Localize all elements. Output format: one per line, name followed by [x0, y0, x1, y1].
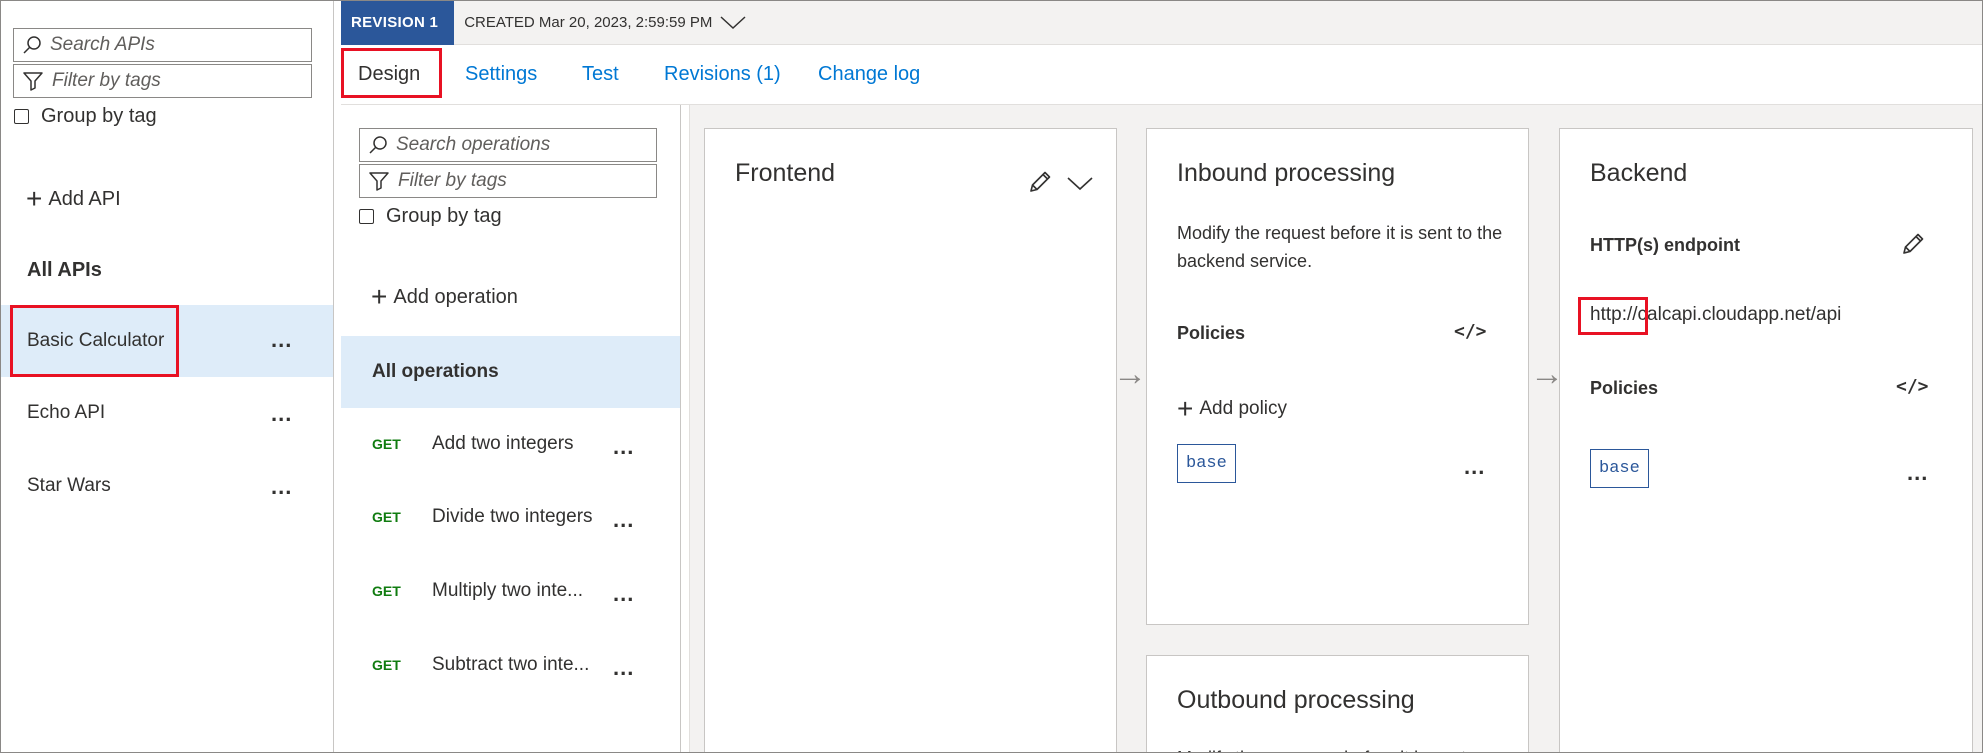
- inbound-policy-tag[interactable]: base: [1177, 444, 1236, 483]
- ops-group-by-tag-label: Group by tag: [386, 205, 502, 227]
- api-sidebar: Group by tag + Add API All APIs Basic Ca…: [1, 1, 334, 752]
- chevron-down-icon[interactable]: [720, 15, 746, 30]
- ops-group-by-tag-checkbox[interactable]: [359, 209, 374, 224]
- inbound-title: Inbound processing: [1177, 159, 1396, 187]
- operation-name: Multiply two inte...: [432, 580, 583, 601]
- code-editor-icon[interactable]: </>: [1454, 321, 1487, 342]
- plus-icon: +: [1177, 393, 1194, 424]
- inbound-processing-card: Inbound processing Modify the request be…: [1146, 128, 1529, 625]
- backend-card: Backend HTTP(s) endpoint http://calcapi.…: [1559, 128, 1973, 752]
- api-item-echo-api[interactable]: Echo API ...: [1, 377, 333, 449]
- operation-name: Divide two integers: [432, 506, 593, 527]
- add-api-button[interactable]: + Add API: [26, 185, 121, 213]
- search-apis-box[interactable]: [13, 28, 312, 62]
- add-operation-button[interactable]: + Add operation: [371, 283, 518, 311]
- backend-policy-tag[interactable]: base: [1590, 449, 1649, 488]
- inbound-policies-label: Policies: [1177, 323, 1246, 343]
- http-method-badge: GET: [372, 436, 401, 452]
- app-frame: Group by tag + Add API All APIs Basic Ca…: [0, 0, 1983, 753]
- add-policy-button[interactable]: + Add policy: [1177, 395, 1287, 423]
- edit-icon[interactable]: [1027, 169, 1053, 195]
- inbound-description: Modify the request before it is sent to …: [1177, 223, 1503, 271]
- tab-design[interactable]: Design: [358, 63, 420, 86]
- group-by-tag-label: Group by tag: [41, 105, 157, 127]
- tab-change-log[interactable]: Change log: [818, 63, 920, 86]
- http-method-badge: GET: [372, 583, 401, 599]
- ops-group-by-tag-toggle[interactable]: Group by tag: [359, 205, 502, 228]
- outbound-description: Modify the response before it is sent: [1177, 744, 1507, 752]
- add-policy-label: Add policy: [1199, 398, 1288, 419]
- http-endpoint-url: http://calcapi.cloudapp.net/api: [1590, 304, 1842, 325]
- search-apis-input[interactable]: [42, 34, 311, 56]
- tab-settings[interactable]: Settings: [465, 63, 537, 86]
- api-item-label: Star Wars: [27, 475, 111, 496]
- frontend-title: Frontend: [735, 159, 836, 187]
- add-api-label: Add API: [48, 187, 121, 210]
- outbound-title: Outbound processing: [1177, 686, 1415, 714]
- add-operation-label: Add operation: [393, 285, 518, 308]
- group-by-tag-checkbox[interactable]: [14, 109, 29, 124]
- more-options-icon[interactable]: ...: [271, 476, 292, 498]
- operation-name: Add two integers: [432, 433, 574, 454]
- plus-icon: +: [26, 183, 43, 214]
- group-by-tag-toggle[interactable]: Group by tag: [14, 105, 157, 128]
- filter-operations-input[interactable]: [390, 170, 656, 192]
- operations-panel: Group by tag + Add operation All operati…: [341, 105, 681, 752]
- more-options-icon[interactable]: ...: [1907, 462, 1928, 484]
- operation-item[interactable]: GET Subtract two inte... ...: [341, 629, 680, 701]
- backend-title: Backend: [1590, 159, 1688, 187]
- revision-created-text: CREATED Mar 20, 2023, 2:59:59 PM: [464, 14, 713, 31]
- all-operations-label: All operations: [372, 361, 499, 382]
- frontend-card: Frontend: [704, 128, 1117, 752]
- more-options-icon[interactable]: ...: [271, 403, 292, 425]
- filter-icon: [23, 72, 43, 91]
- plus-icon: +: [371, 281, 388, 312]
- more-options-icon[interactable]: ...: [271, 329, 292, 351]
- http-method-badge: GET: [372, 657, 401, 673]
- operation-name: Subtract two inte...: [432, 654, 590, 675]
- flow-arrow-icon: →: [1113, 355, 1147, 393]
- filter-apis-box[interactable]: [13, 64, 312, 98]
- filter-icon: [369, 172, 389, 191]
- filter-operations-box[interactable]: [359, 164, 657, 198]
- revision-badge[interactable]: REVISION 1: [341, 1, 455, 45]
- edit-icon[interactable]: [1900, 231, 1926, 257]
- filter-apis-input[interactable]: [44, 70, 311, 92]
- operation-item[interactable]: GET Add two integers ...: [341, 408, 680, 480]
- search-icon: [369, 136, 387, 154]
- revision-bar: REVISION 1 CREATED Mar 20, 2023, 2:59:59…: [341, 1, 1982, 45]
- all-operations-item[interactable]: All operations: [341, 336, 680, 408]
- tab-revisions[interactable]: Revisions (1): [664, 63, 781, 86]
- api-item-label: Echo API: [27, 402, 106, 423]
- operation-item[interactable]: GET Multiply two inte... ...: [341, 555, 680, 627]
- more-options-icon[interactable]: ...: [613, 583, 634, 605]
- chevron-down-icon[interactable]: [1067, 177, 1093, 191]
- tab-bar: Design Settings Test Revisions (1) Chang…: [341, 45, 1982, 105]
- search-operations-input[interactable]: [388, 134, 656, 156]
- tab-test[interactable]: Test: [582, 63, 619, 86]
- more-options-icon[interactable]: ...: [613, 436, 634, 458]
- http-method-badge: GET: [372, 509, 401, 525]
- operation-item[interactable]: GET Divide two integers ...: [341, 481, 680, 553]
- http-endpoint-label: HTTP(s) endpoint: [1590, 235, 1740, 255]
- all-apis-heading: All APIs: [27, 259, 102, 281]
- api-item-label: Basic Calculator: [27, 330, 165, 351]
- backend-policies-label: Policies: [1590, 378, 1659, 398]
- code-editor-icon[interactable]: </>: [1896, 376, 1929, 397]
- more-options-icon[interactable]: ...: [1464, 456, 1485, 478]
- outbound-processing-card: Outbound processing Modify the response …: [1146, 655, 1529, 752]
- api-item-star-wars[interactable]: Star Wars ...: [1, 450, 333, 522]
- search-operations-box[interactable]: [359, 128, 657, 162]
- design-canvas: Frontend → Inbound processing Modify the…: [689, 105, 1982, 752]
- search-icon: [23, 36, 41, 54]
- more-options-icon[interactable]: ...: [613, 657, 634, 679]
- api-item-basic-calculator[interactable]: Basic Calculator ...: [1, 305, 333, 377]
- more-options-icon[interactable]: ...: [613, 509, 634, 531]
